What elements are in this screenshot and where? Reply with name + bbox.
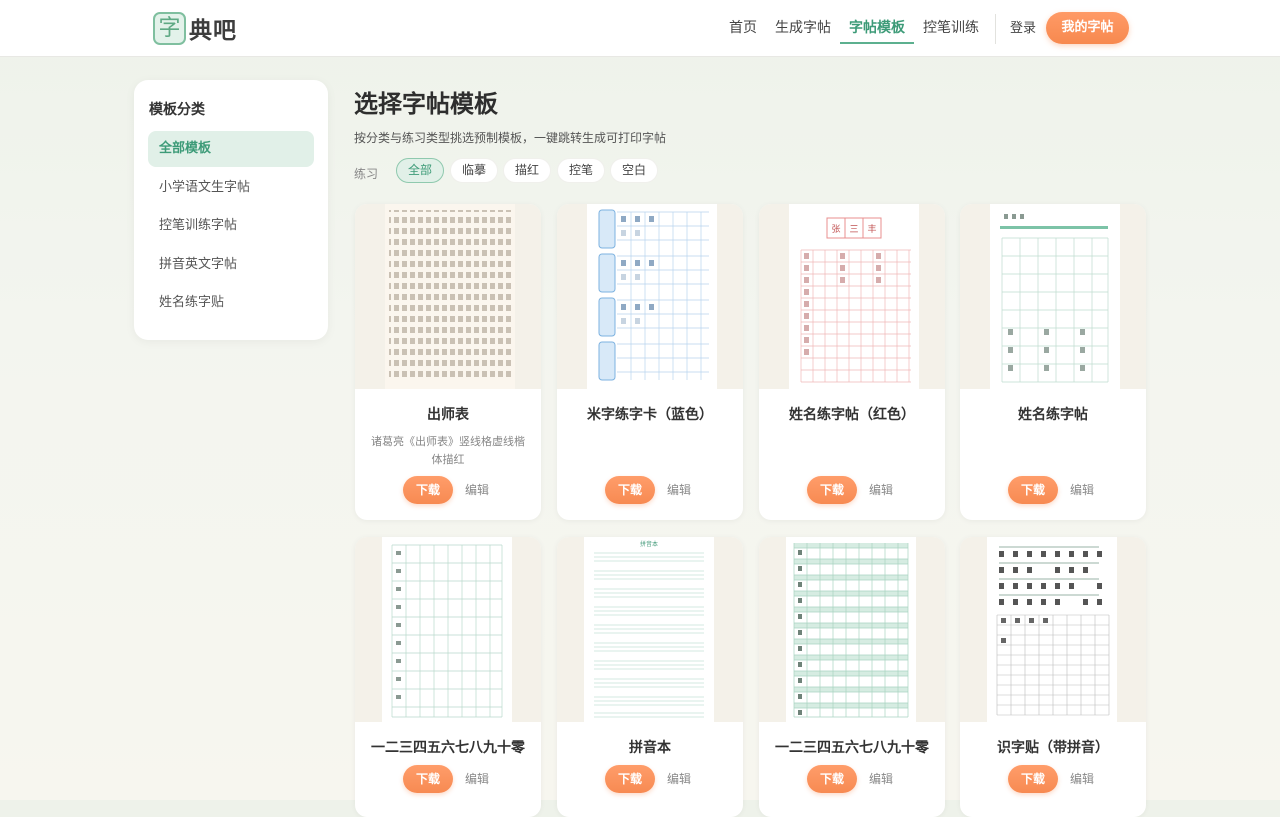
filter-chip-blank[interactable]: 空白 <box>610 158 659 183</box>
sheet-preview-image: 张 三 丰 <box>800 217 911 383</box>
edit-button[interactable]: 编辑 <box>465 765 489 793</box>
name-char-3: 丰 <box>867 223 876 235</box>
edit-button[interactable]: 编辑 <box>869 476 893 504</box>
site-logo[interactable]: 字 典吧 <box>153 11 237 45</box>
nav-pen-control[interactable]: 控笔训练 <box>914 0 988 57</box>
download-button[interactable]: 下载 <box>1008 476 1058 504</box>
template-thumbnail[interactable] <box>557 204 743 389</box>
sheet-preview <box>987 537 1117 722</box>
template-thumbnail[interactable] <box>355 537 541 722</box>
download-button[interactable]: 下载 <box>605 476 655 504</box>
sheet-preview: 张 三 丰 <box>789 204 919 389</box>
download-button[interactable]: 下载 <box>605 765 655 793</box>
card-title: 一二三四五六七八九十零 <box>775 740 929 756</box>
template-card[interactable]: 姓名练字帖 下载 编辑 <box>960 204 1146 520</box>
logo-mark-icon: 字 <box>153 11 186 45</box>
login-link[interactable]: 登录 <box>1010 0 1036 57</box>
card-title: 米字练字卡（蓝色） <box>587 407 713 423</box>
nav-templates[interactable]: 字帖模板 <box>840 0 914 57</box>
sheet-preview <box>385 204 515 389</box>
template-thumbnail[interactable] <box>960 537 1146 722</box>
sheet-preview-image <box>1000 214 1109 383</box>
nav-generate[interactable]: 生成字帖 <box>766 0 840 57</box>
template-card[interactable]: 识字贴（带拼音） 下载 编辑 <box>960 537 1146 817</box>
template-card[interactable]: 张 三 丰 姓名练字帖（红色） 下载 编辑 <box>759 204 945 520</box>
sheet-preview <box>382 537 512 722</box>
download-button[interactable]: 下载 <box>807 765 857 793</box>
my-copybook-button[interactable]: 我的字帖 <box>1046 12 1129 44</box>
template-card[interactable]: 一二三四五六七八九十零 下载 编辑 <box>759 537 945 817</box>
filter-chip-copy[interactable]: 临摹 <box>450 158 499 183</box>
filter-chip-pen-control[interactable]: 控笔 <box>557 158 606 183</box>
edit-button[interactable]: 编辑 <box>667 765 691 793</box>
main-nav: 首页 生成字帖 字帖模板 控笔训练 <box>720 0 988 57</box>
name-char-1: 张 <box>831 224 840 235</box>
edit-button[interactable]: 编辑 <box>667 476 691 504</box>
edit-button[interactable]: 编辑 <box>1070 476 1094 504</box>
sheet-preview-image <box>389 210 511 382</box>
sheet-preview <box>587 204 717 389</box>
template-thumbnail[interactable] <box>960 204 1146 389</box>
category-sidebar: 模板分类 全部模板 小学语文生字帖 控笔训练字帖 拼音英文字帖 姓名练字贴 <box>134 80 328 340</box>
card-title: 姓名练字帖（红色） <box>789 407 915 423</box>
sidebar-title: 模板分类 <box>149 102 205 118</box>
nav-home[interactable]: 首页 <box>720 0 766 57</box>
sheet-preview-image <box>996 546 1110 716</box>
card-title: 一二三四五六七八九十零 <box>371 740 525 756</box>
logo-text: 典吧 <box>189 17 237 44</box>
download-button[interactable]: 下载 <box>807 476 857 504</box>
card-title: 拼音本 <box>629 740 671 756</box>
page-subtitle: 按分类与练习类型挑选预制模板，一键跳转生成可打印字帖 <box>354 131 667 145</box>
sheet-preview-image: 拼音本 <box>594 540 704 718</box>
nav-divider <box>995 14 996 44</box>
sheet-preview <box>786 537 916 722</box>
template-card[interactable]: 米字练字卡（蓝色） 下载 编辑 <box>557 204 743 520</box>
sheet-preview-image <box>598 209 709 381</box>
template-card[interactable]: 出师表 诸葛亮《出师表》竖线格虚线楷体描红 下载 编辑 <box>355 204 541 520</box>
download-button[interactable]: 下载 <box>1008 765 1058 793</box>
sheet-preview: 拼音本 <box>584 537 714 722</box>
template-card[interactable]: 拼音本 拼音本 下载 编辑 <box>557 537 743 817</box>
page-title: 选择字帖模板 <box>354 90 498 118</box>
sidebar-item-all[interactable]: 全部模板 <box>148 131 314 167</box>
filter-chip-all[interactable]: 全部 <box>396 158 445 183</box>
sidebar-item-name[interactable]: 姓名练字贴 <box>148 285 314 321</box>
name-char-2: 三 <box>849 225 858 235</box>
sheet-preview-image <box>391 544 503 718</box>
sidebar-item-primary-chinese[interactable]: 小学语文生字帖 <box>148 170 314 206</box>
sidebar-item-pen-control[interactable]: 控笔训练字帖 <box>148 208 314 244</box>
filter-label: 练习 <box>354 167 379 181</box>
edit-button[interactable]: 编辑 <box>465 476 489 504</box>
top-header: 字 典吧 首页 生成字帖 字帖模板 控笔训练 登录 我的字帖 <box>0 0 1280 57</box>
card-title: 识字贴（带拼音） <box>997 740 1109 756</box>
download-button[interactable]: 下载 <box>403 476 453 504</box>
lines-sheet-title: 拼音本 <box>640 540 658 548</box>
filter-chip-trace[interactable]: 描红 <box>503 158 552 183</box>
template-thumbnail[interactable]: 拼音本 <box>557 537 743 722</box>
sheet-preview <box>990 204 1120 389</box>
download-button[interactable]: 下载 <box>403 765 453 793</box>
template-thumbnail[interactable] <box>355 204 541 389</box>
sheet-preview-image <box>793 543 909 718</box>
template-card[interactable]: 一二三四五六七八九十零 下载 编辑 <box>355 537 541 817</box>
template-thumbnail[interactable]: 张 三 丰 <box>759 204 945 389</box>
card-title: 姓名练字帖 <box>1018 407 1088 423</box>
card-description: 诸葛亮《出师表》竖线格虚线楷体描红 <box>371 435 525 466</box>
sidebar-item-pinyin-english[interactable]: 拼音英文字帖 <box>148 247 314 283</box>
card-title: 出师表 <box>427 407 469 423</box>
template-thumbnail[interactable] <box>759 537 945 722</box>
edit-button[interactable]: 编辑 <box>1070 765 1094 793</box>
edit-button[interactable]: 编辑 <box>869 765 893 793</box>
